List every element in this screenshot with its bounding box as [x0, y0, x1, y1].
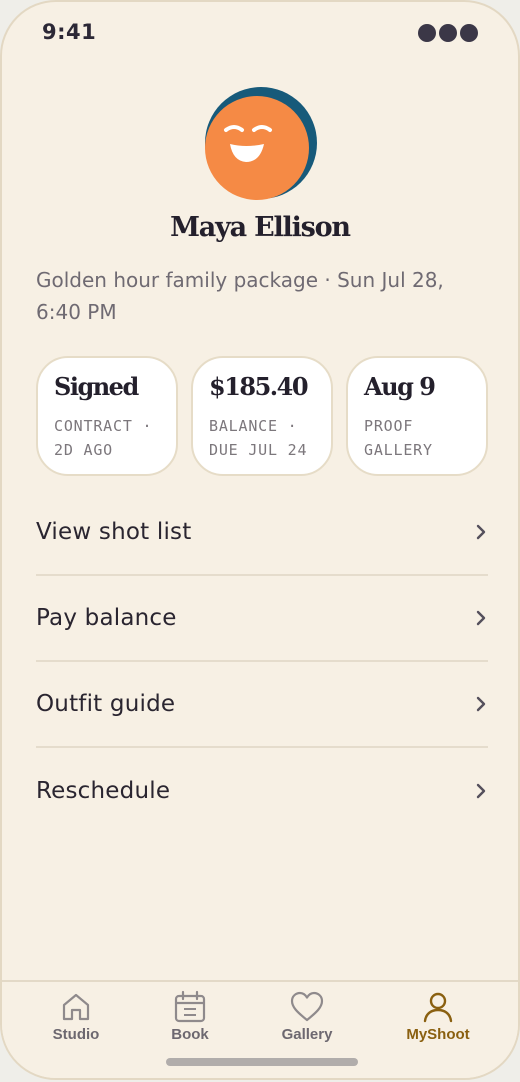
tab-label: Studio — [52, 1026, 100, 1043]
home-icon — [62, 993, 90, 1021]
tab-myshoot[interactable]: MyShoot — [388, 990, 488, 1043]
more-icon[interactable] — [418, 24, 478, 42]
chevron-right-icon — [476, 696, 486, 712]
status-dot — [460, 24, 478, 42]
menu-item-view-shot-list[interactable]: View shot list — [36, 490, 488, 576]
chevron-right-icon — [476, 783, 486, 799]
tab-book[interactable]: Book — [140, 990, 240, 1043]
tab-studio[interactable]: Studio — [26, 990, 126, 1043]
home-indicator[interactable] — [166, 1058, 358, 1066]
card-title: $185.40 — [209, 372, 309, 401]
chevron-right-icon — [476, 524, 486, 540]
card-caption: CONTRACT · 2D AGO — [54, 417, 153, 459]
menu-item-pay-balance[interactable]: Pay balance — [36, 576, 488, 662]
chevron-right-icon — [476, 610, 486, 626]
card-caption: PROOF GALLERY — [364, 417, 433, 459]
menu-item-outfit-guide[interactable]: Outfit guide — [36, 662, 488, 748]
card-caption: BALANCE · DUE JUL 24 — [209, 417, 308, 459]
menu-item-label: Outfit guide — [36, 691, 176, 717]
session-details: Golden hour family package · Sun Jul 28,… — [36, 268, 444, 324]
menu-item-label: Pay balance — [36, 605, 177, 631]
user-icon — [423, 992, 453, 1023]
action-list: View shot list Pay balance Outfit guide … — [36, 490, 488, 834]
menu-item-label: Reschedule — [36, 778, 171, 804]
card-title: Aug 9 — [364, 372, 436, 401]
contract-card[interactable]: Signed CONTRACT · 2D AGO — [36, 356, 178, 476]
phone-screen: 9:41 Maya Ellison Golden hour family pac… — [0, 0, 520, 1080]
status-dot — [418, 24, 436, 42]
card-title: Signed — [54, 372, 139, 401]
status-dot — [439, 24, 457, 42]
tab-label: Gallery — [281, 1026, 333, 1043]
proof-gallery-card[interactable]: Aug 9 PROOF GALLERY — [346, 356, 488, 476]
calendar-icon — [174, 990, 206, 1023]
tab-label: Book — [171, 1026, 209, 1043]
avatar[interactable] — [204, 86, 318, 200]
balance-card[interactable]: $185.40 BALANCE · DUE JUL 24 — [191, 356, 333, 476]
tab-gallery[interactable]: Gallery — [257, 990, 357, 1043]
heart-icon — [290, 991, 324, 1022]
client-name: Maya Ellison — [170, 212, 351, 243]
status-cards: Signed CONTRACT · 2D AGO $185.40 BALANCE… — [36, 356, 488, 476]
status-time: 9:41 — [42, 20, 97, 44]
tab-label: MyShoot — [406, 1026, 470, 1043]
menu-item-reschedule[interactable]: Reschedule — [36, 748, 488, 834]
menu-item-label: View shot list — [36, 519, 192, 545]
